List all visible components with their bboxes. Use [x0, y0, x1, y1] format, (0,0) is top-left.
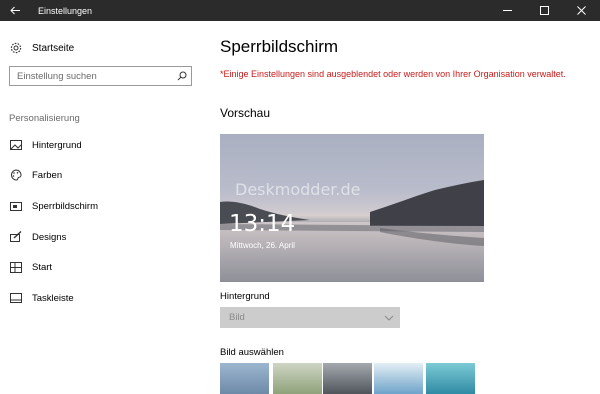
- search-icon[interactable]: [173, 71, 191, 81]
- preview-date: Mittwoch, 26. April: [230, 241, 295, 250]
- sidebar-item-hintergrund[interactable]: Hintergrund: [9, 137, 82, 153]
- preview-heading: Vorschau: [220, 106, 271, 120]
- maximize-icon: [540, 6, 549, 15]
- preview-time: 13:14: [229, 211, 296, 237]
- sidebar: Startseite Einstellung suchen Personalis…: [0, 21, 205, 373]
- background-dropdown-value: Bild: [229, 312, 245, 323]
- minimize-button[interactable]: [489, 0, 526, 21]
- image-thumbnail[interactable]: [323, 363, 372, 394]
- preview-landscape: [220, 180, 484, 282]
- sidebar-item-label: Farben: [32, 169, 63, 181]
- preview-watermark: Deskmodder.de: [235, 180, 361, 199]
- main-content: Sperrbildschirm *Einige Einstellungen si…: [205, 21, 600, 394]
- sidebar-item-start[interactable]: Start: [9, 259, 52, 275]
- picture-icon: [9, 138, 23, 152]
- close-button[interactable]: [563, 0, 600, 21]
- image-thumbnail[interactable]: [220, 363, 269, 394]
- sidebar-item-farben[interactable]: Farben: [9, 167, 62, 183]
- sidebar-item-taskleiste[interactable]: Taskleiste: [9, 290, 74, 306]
- start-icon: [9, 260, 23, 274]
- page-title: Sperrbildschirm: [220, 37, 339, 56]
- lockscreen-preview: Deskmodder.de 13:14 Mittwoch, 26. April: [220, 134, 484, 282]
- brush-icon: [9, 230, 23, 244]
- sidebar-item-sperrbildschirm[interactable]: Sperrbildschirm: [9, 198, 98, 214]
- sidebar-item-label: Sperrbildschirm: [32, 200, 98, 212]
- window-title: Einstellungen: [38, 5, 93, 16]
- maximize-button[interactable]: [526, 0, 563, 21]
- image-thumbnail[interactable]: [426, 363, 475, 394]
- close-icon: [577, 6, 586, 15]
- chevron-down-icon: [378, 315, 400, 321]
- search-box[interactable]: Einstellung suchen: [9, 66, 192, 86]
- sidebar-item-label: Hintergrund: [32, 139, 82, 151]
- sidebar-item-label: Designs: [32, 231, 67, 243]
- search-input[interactable]: Einstellung suchen: [17, 71, 173, 82]
- gear-icon: [9, 41, 23, 55]
- palette-icon: [9, 168, 23, 182]
- sidebar-item-designs[interactable]: Designs: [9, 229, 66, 245]
- back-button[interactable]: [0, 0, 30, 21]
- lockscreen-icon: [9, 199, 23, 213]
- sidebar-home[interactable]: Startseite: [9, 40, 74, 56]
- title-bar: Einstellungen: [0, 0, 600, 21]
- section-heading: Personalisierung: [9, 113, 80, 124]
- back-arrow-icon: [9, 6, 20, 15]
- background-label: Hintergrund: [220, 291, 270, 302]
- minimize-icon: [503, 10, 512, 11]
- choose-image-label: Bild auswählen: [220, 347, 284, 358]
- sidebar-home-label: Startseite: [32, 42, 75, 54]
- taskbar-icon: [9, 291, 23, 305]
- sidebar-item-label: Taskleiste: [32, 292, 74, 304]
- background-dropdown[interactable]: Bild: [220, 307, 400, 328]
- policy-warning: *Einige Einstellungen sind ausgeblendet …: [220, 69, 566, 79]
- sidebar-item-label: Start: [32, 261, 53, 273]
- image-thumbnail[interactable]: [374, 363, 423, 394]
- image-thumbnail[interactable]: [273, 363, 322, 394]
